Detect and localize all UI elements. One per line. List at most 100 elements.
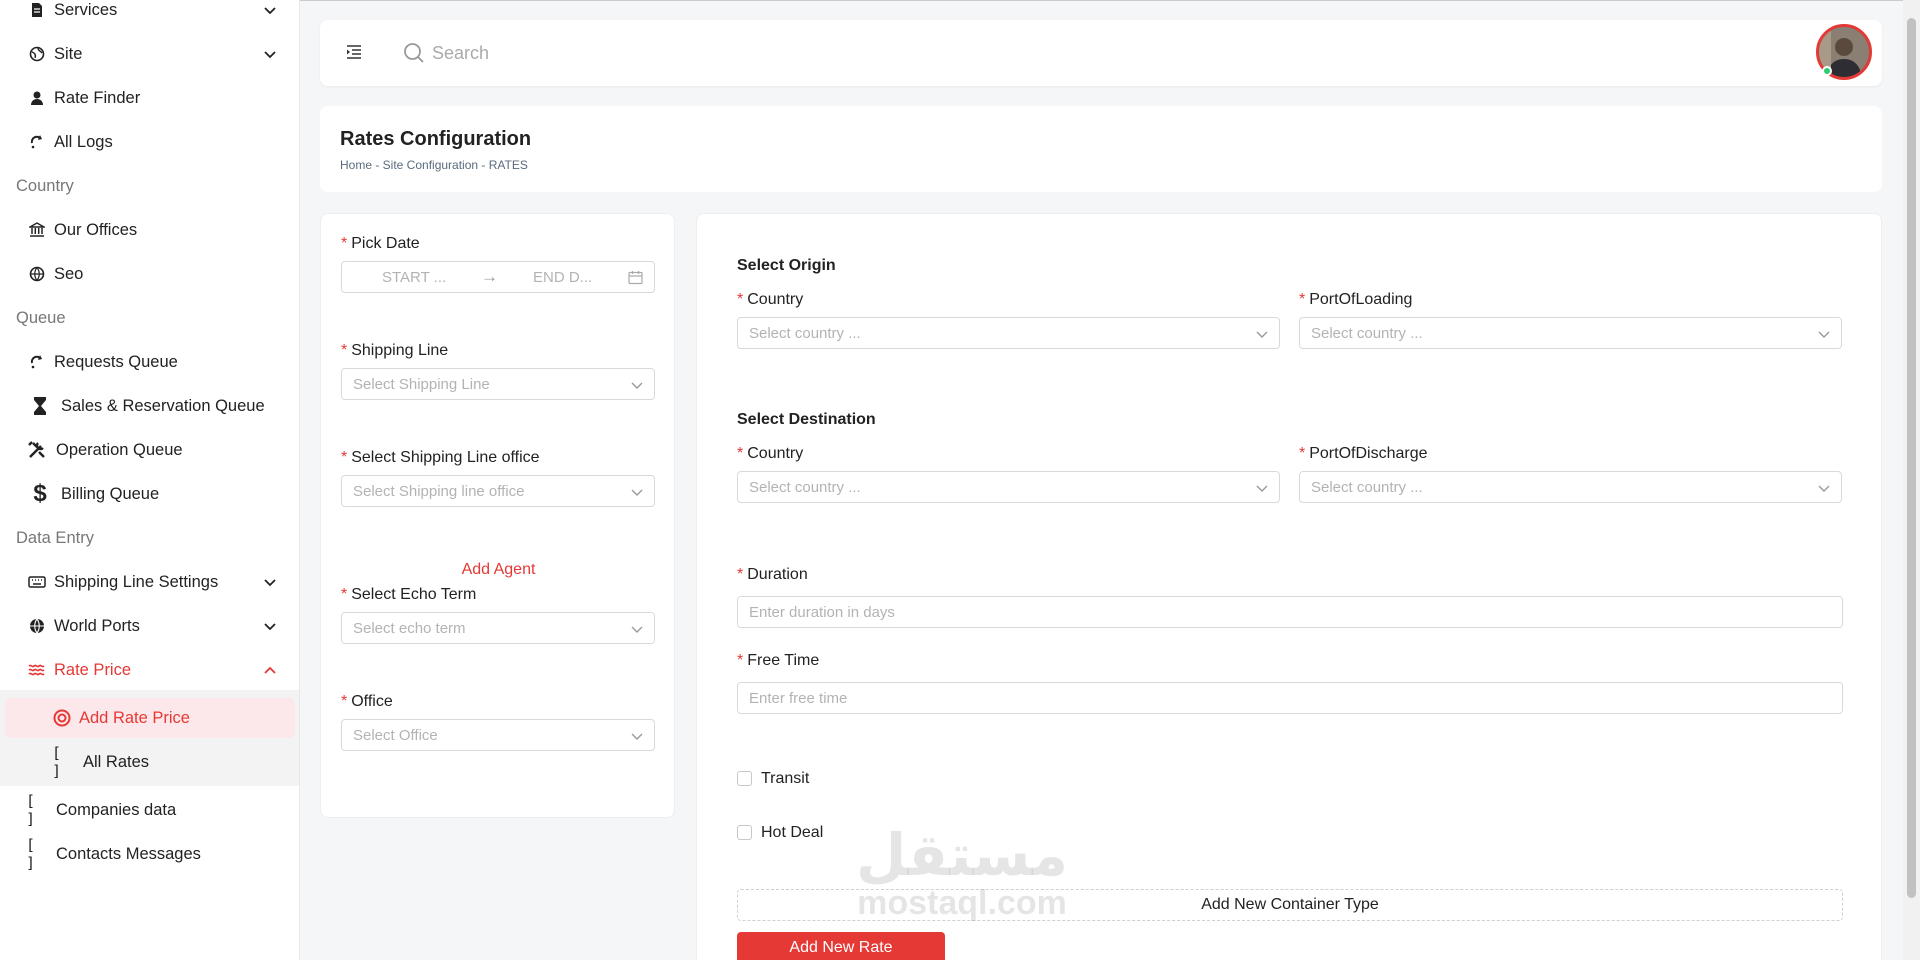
date-range-picker[interactable]: START ... → END D... bbox=[341, 261, 655, 293]
page-scrollbar[interactable] bbox=[1903, 0, 1920, 960]
chevron-down-icon bbox=[1818, 331, 1830, 338]
chevron-down-icon[interactable] bbox=[262, 618, 278, 634]
transit-checkbox[interactable] bbox=[737, 771, 752, 786]
transit-label: Transit bbox=[761, 770, 810, 787]
globe-icon bbox=[27, 616, 47, 636]
file-icon bbox=[27, 0, 47, 20]
required-mark: * bbox=[341, 586, 348, 603]
sidebar-item-all-logs[interactable]: All Logs bbox=[0, 122, 299, 162]
sidebar-item-label: Shipping Line Settings bbox=[54, 572, 219, 591]
rate-details-form: * Pick Date START ... → END D... * Shippin… bbox=[320, 213, 675, 818]
sidebar-item-sales-reservation-queue[interactable]: Sales & Reservation Queue bbox=[0, 386, 299, 426]
online-status-dot bbox=[1822, 66, 1832, 76]
section-label-queue: Queue bbox=[16, 309, 66, 327]
sidebar-item-rate-price[interactable]: Rate Price bbox=[0, 650, 299, 690]
port-of-loading-label: * PortOfLoading bbox=[1299, 291, 1413, 308]
sidebar-item-seo[interactable]: Seo bbox=[0, 254, 299, 294]
waves-icon bbox=[27, 660, 47, 680]
required-mark: * bbox=[737, 291, 744, 308]
chevron-down-icon bbox=[631, 382, 643, 389]
dollar-icon: $ bbox=[33, 480, 47, 507]
scrollbar-thumb[interactable] bbox=[1907, 18, 1916, 898]
required-mark: * bbox=[737, 445, 744, 462]
bank-icon bbox=[27, 220, 47, 240]
sidebar-item-label: Services bbox=[54, 0, 118, 19]
chevron-up-icon[interactable] bbox=[262, 662, 278, 678]
duration-label: * Duration bbox=[737, 566, 808, 583]
sidebar-item-companies-data[interactable]: [ ] Companies data bbox=[0, 790, 299, 830]
add-agent-link[interactable]: Add Agent bbox=[321, 561, 676, 579]
chevron-down-icon bbox=[1256, 485, 1268, 492]
sidebar-item-add-rate-price[interactable]: Add Rate Price bbox=[5, 698, 295, 738]
breadcrumb: Home - Site Configuration - RATES bbox=[340, 158, 528, 172]
hourglass-icon bbox=[30, 396, 50, 416]
chevron-down-icon[interactable] bbox=[262, 574, 278, 590]
sidebar-item-label: All Rates bbox=[83, 752, 150, 771]
sidebar-item-services[interactable]: Services bbox=[0, 0, 299, 30]
section-label-data-entry: Data Entry bbox=[16, 529, 94, 547]
destination-country-label: * Country bbox=[737, 445, 804, 462]
search-input[interactable] bbox=[428, 38, 828, 68]
sidebar-item-label: Billing Queue bbox=[61, 484, 160, 503]
page-title: Rates Configuration bbox=[340, 128, 532, 150]
required-mark: * bbox=[341, 235, 348, 252]
free-time-label: * Free Time bbox=[737, 652, 820, 669]
page-header-card: Rates Configuration Home - Site Configur… bbox=[320, 106, 1882, 192]
chevron-down-icon bbox=[1818, 485, 1830, 492]
shipping-line-office-select[interactable]: Select Shipping line office bbox=[341, 475, 655, 507]
sidebar-item-label: Sales & Reservation Queue bbox=[61, 396, 265, 415]
chevron-down-icon bbox=[631, 626, 643, 633]
destination-country-select[interactable]: Select country ... bbox=[737, 471, 1280, 503]
sidebar-item-label: Seo bbox=[54, 264, 84, 283]
start-date-input[interactable]: START ... bbox=[382, 269, 446, 286]
chevron-down-icon bbox=[631, 489, 643, 496]
add-new-rate-button[interactable]: Add New Rate bbox=[737, 932, 945, 960]
sidebar-item-site[interactable]: Site bbox=[0, 34, 299, 74]
destination-section-title: Select Destination bbox=[737, 411, 876, 428]
origin-country-label: * Country bbox=[737, 291, 804, 308]
sidebar-item-rate-finder[interactable]: Rate Finder bbox=[0, 78, 299, 118]
required-mark: * bbox=[341, 449, 348, 466]
sidebar-item-label: Contacts Messages bbox=[56, 844, 201, 863]
sidebar-item-shipping-line-settings[interactable]: Shipping Line Settings bbox=[0, 562, 299, 602]
sidebar-item-label: Rate Finder bbox=[54, 88, 141, 107]
end-date-input[interactable]: END D... bbox=[533, 269, 592, 286]
shipping-line-label: * Shipping Line bbox=[341, 342, 449, 359]
origin-section-title: Select Origin bbox=[737, 257, 836, 274]
calendar-icon bbox=[628, 271, 643, 285]
duration-input[interactable]: Enter duration in days bbox=[737, 596, 1843, 628]
port-of-loading-select[interactable]: Select country ... bbox=[1299, 317, 1842, 349]
chevron-down-icon bbox=[631, 733, 643, 740]
user-icon bbox=[27, 88, 47, 108]
refresh-icon bbox=[27, 132, 47, 152]
required-mark: * bbox=[341, 693, 348, 710]
sidebar-item-contacts-messages[interactable]: [ ] Contacts Messages bbox=[0, 834, 299, 874]
sidebar-item-operation-queue[interactable]: Operation Queue bbox=[0, 430, 299, 470]
sidebar-item-world-ports[interactable]: World Ports bbox=[0, 606, 299, 646]
tools-icon bbox=[27, 440, 47, 460]
chevron-down-icon[interactable] bbox=[262, 2, 278, 18]
shipping-line-select[interactable]: Select Shipping Line bbox=[341, 368, 655, 400]
sidebar-item-label: Rate Price bbox=[54, 660, 132, 679]
free-time-input[interactable]: Enter free time bbox=[737, 682, 1843, 714]
sidebar-item-requests-queue[interactable]: Requests Queue bbox=[0, 342, 299, 382]
sidebar-item-our-offices[interactable]: Our Offices bbox=[0, 210, 299, 250]
office-select[interactable]: Select Office bbox=[341, 719, 655, 751]
sidebar-item-all-rates[interactable]: [ ] All Rates bbox=[0, 742, 299, 782]
echo-term-select[interactable]: Select echo term bbox=[341, 612, 655, 644]
shipping-line-office-label: * Select Shipping Line office bbox=[341, 449, 540, 466]
echo-term-label: * Select Echo Term bbox=[341, 586, 477, 603]
sidebar-item-label: World Ports bbox=[54, 616, 140, 635]
pick-date-label: * Pick Date bbox=[341, 235, 420, 252]
menu-toggle-icon[interactable] bbox=[345, 43, 363, 61]
search-icon bbox=[404, 43, 424, 63]
hot-deal-checkbox[interactable] bbox=[737, 825, 752, 840]
top-header bbox=[320, 20, 1882, 86]
range-arrow-icon: → bbox=[481, 267, 498, 286]
sidebar-item-billing-queue[interactable]: $ Billing Queue bbox=[0, 474, 299, 514]
chevron-down-icon[interactable] bbox=[262, 46, 278, 62]
chevron-down-icon bbox=[1256, 331, 1268, 338]
required-mark: * bbox=[737, 652, 744, 669]
port-of-discharge-select[interactable]: Select country ... bbox=[1299, 471, 1842, 503]
origin-country-select[interactable]: Select country ... bbox=[737, 317, 1280, 349]
